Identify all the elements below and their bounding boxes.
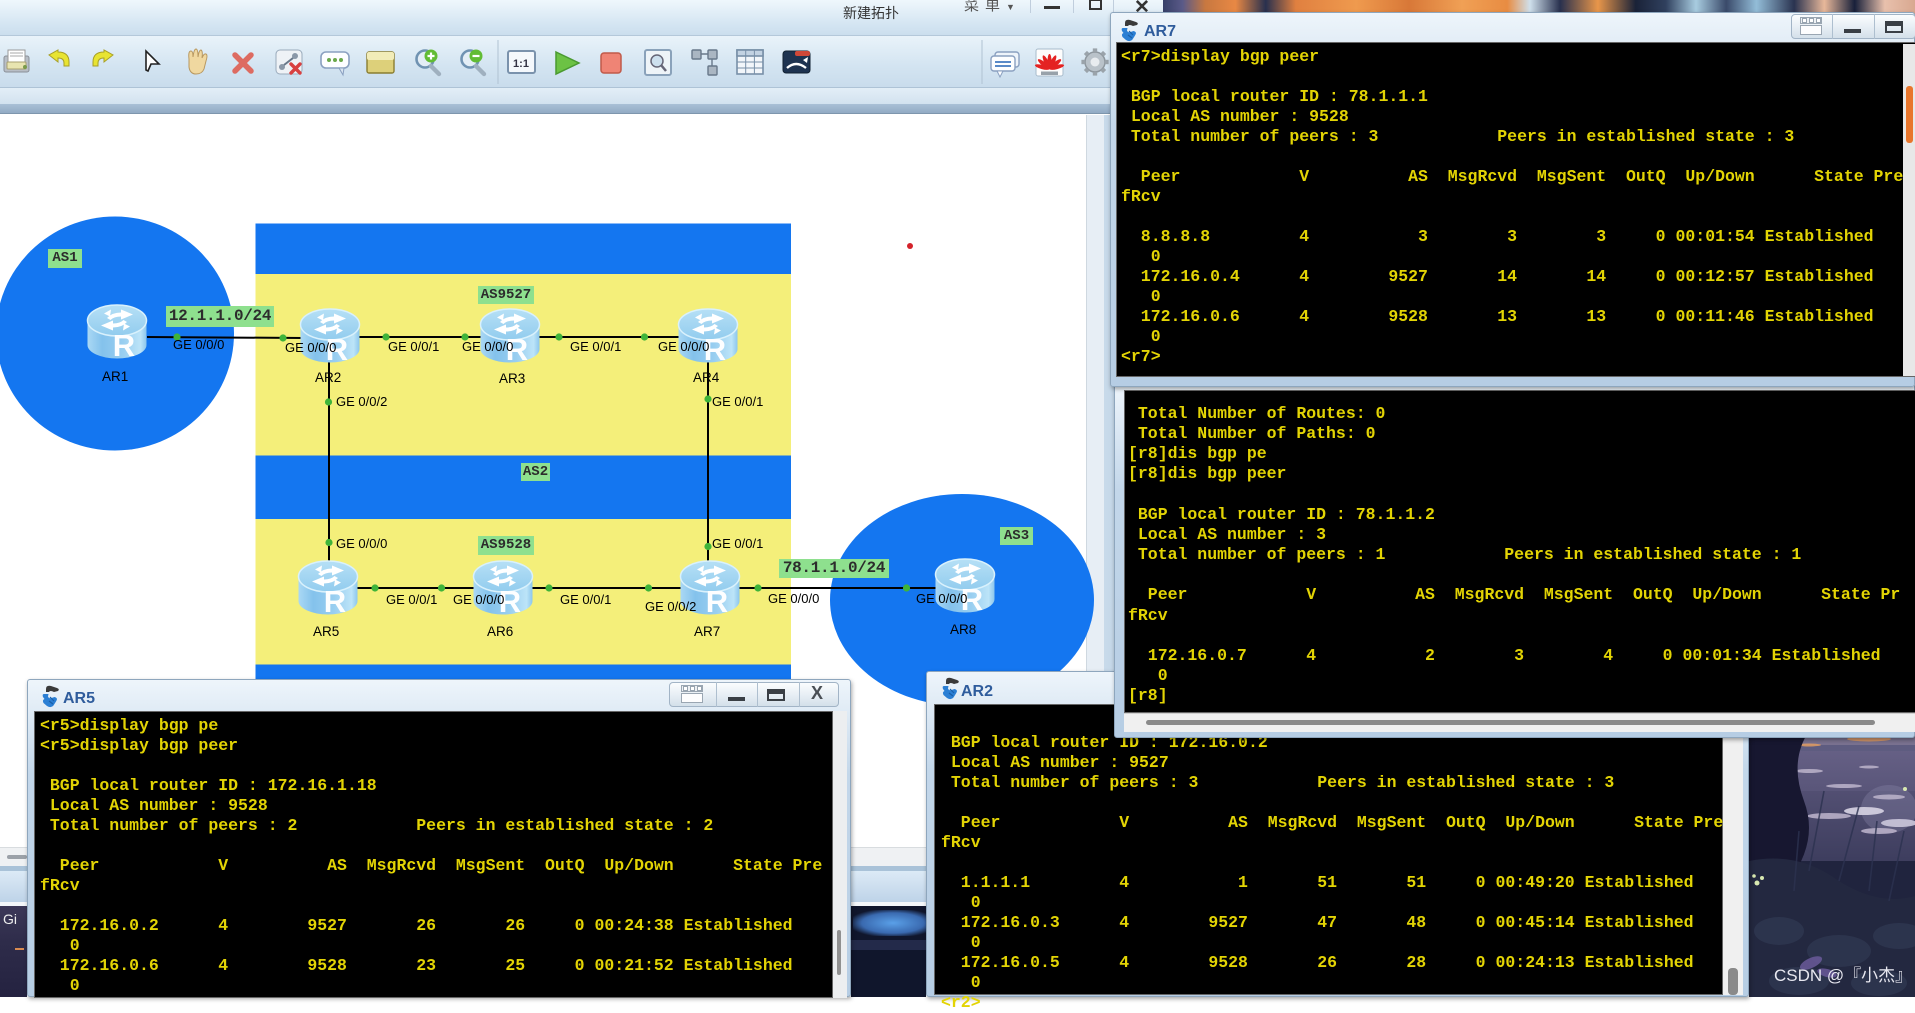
svg-text:CSDN @『小杰』: CSDN @『小杰』 — [1774, 966, 1912, 985]
